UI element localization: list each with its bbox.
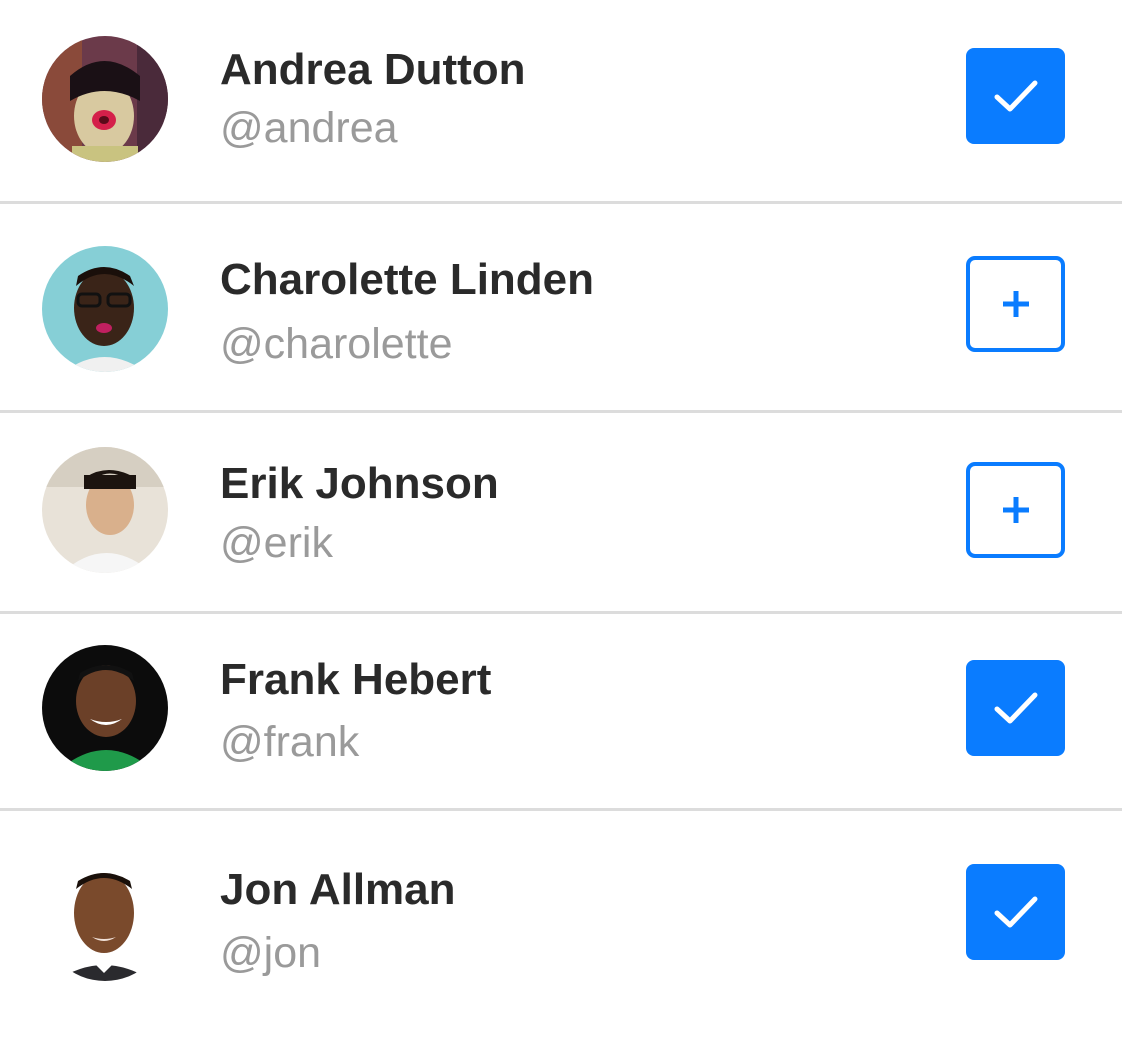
people-list: Andrea Dutton @andrea Charolette Linden … — [0, 0, 1122, 1041]
person-name: Frank Hebert — [220, 655, 492, 704]
list-item[interactable]: Charolette Linden @charolette — [0, 204, 1122, 411]
avatar — [42, 447, 168, 573]
avatar — [42, 645, 168, 771]
list-item[interactable]: Erik Johnson @erik — [0, 413, 1122, 612]
avatar — [42, 246, 168, 372]
avatar — [42, 855, 168, 981]
person-name: Jon Allman — [220, 865, 456, 914]
person-name: Erik Johnson — [220, 459, 499, 508]
plus-icon — [1002, 497, 1029, 523]
avatar — [42, 36, 168, 162]
person-handle: @erik — [220, 519, 333, 567]
checkmark-icon — [994, 80, 1037, 112]
list-item[interactable]: Frank Hebert @frank — [0, 614, 1122, 809]
follow-toggle-button[interactable] — [966, 462, 1065, 558]
person-handle: @jon — [220, 929, 322, 977]
list-item[interactable]: Jon Allman @jon — [0, 811, 1122, 1041]
person-name: Andrea Dutton — [220, 45, 526, 94]
person-handle: @frank — [220, 718, 360, 766]
follow-toggle-button[interactable] — [966, 256, 1065, 352]
person-name: Charolette Linden — [220, 255, 595, 304]
list-item[interactable]: Andrea Dutton @andrea — [0, 0, 1122, 202]
person-handle: @charolette — [220, 320, 453, 368]
person-handle: @andrea — [220, 104, 398, 152]
following-toggle-button[interactable] — [966, 660, 1065, 756]
following-toggle-button[interactable] — [966, 48, 1065, 144]
checkmark-icon — [994, 692, 1037, 724]
checkmark-icon — [994, 896, 1037, 928]
plus-icon — [1002, 291, 1029, 317]
following-toggle-button[interactable] — [966, 864, 1065, 960]
